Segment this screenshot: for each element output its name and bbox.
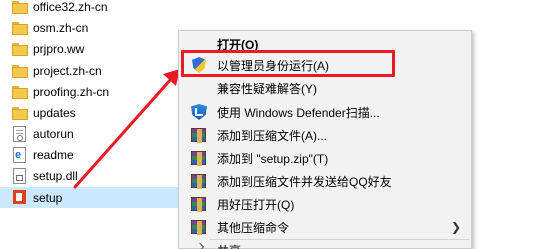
menu-item-add-archive[interactable]: 添加到压缩文件(A)... [179, 124, 471, 146]
list-item-updates[interactable]: updates [0, 102, 190, 123]
dll-file-icon [13, 168, 26, 184]
folder-icon [12, 65, 28, 78]
file-name: project.zh-cn [33, 63, 102, 78]
menu-item-label: 兼容性疑难解答(Y) [217, 81, 317, 96]
folder-icon [12, 1, 28, 14]
list-item-project[interactable]: project.zh-cn [0, 60, 190, 81]
winrar-icon [191, 174, 206, 189]
windows-defender-icon [191, 104, 207, 120]
folder-icon [12, 107, 28, 120]
folder-icon [12, 86, 28, 99]
folder-icon [12, 22, 28, 35]
settings-file-icon [13, 126, 26, 142]
menu-item-label: 使用 Windows Defender扫描... [217, 105, 380, 120]
list-item-office32[interactable]: office32.zh-cn [0, 0, 190, 17]
list-item-readme[interactable]: e readme [0, 144, 190, 165]
file-name: setup [33, 190, 63, 205]
menu-item-label: 添加到压缩文件(A)... [217, 128, 327, 143]
winrar-icon [191, 197, 206, 212]
html-file-icon: e [13, 147, 26, 163]
list-item-setup-dll[interactable]: setup.dll [0, 165, 190, 186]
list-item-osm[interactable]: osm.zh-cn [0, 17, 190, 38]
menu-item-defender-scan[interactable]: 使用 Windows Defender扫描... [179, 101, 471, 123]
menu-item-add-setup-zip[interactable]: 添加到 "setup.zip"(T) [179, 147, 471, 169]
menu-item-label: 用好压打开(Q) [217, 197, 295, 212]
list-item-setup[interactable]: setup [0, 187, 190, 208]
file-name: readme [33, 147, 74, 162]
list-item-proofing[interactable]: proofing.zh-cn [0, 81, 190, 102]
menu-item-open-with-haozip[interactable]: 用好压打开(Q) [179, 193, 471, 215]
file-name: office32.zh-cn [33, 0, 108, 14]
menu-item-compat-troubleshoot[interactable]: 兼容性疑难解答(Y) [179, 77, 471, 99]
list-item-prjpro[interactable]: prjpro.ww [0, 38, 190, 59]
share-icon [191, 242, 207, 249]
office-setup-icon [12, 189, 28, 205]
file-name: prjpro.ww [33, 41, 85, 56]
file-name: proofing.zh-cn [33, 84, 110, 99]
list-item-autorun[interactable]: autorun [0, 123, 190, 144]
winrar-icon [191, 128, 206, 143]
folder-icon [12, 43, 28, 56]
highlight-box [181, 50, 395, 77]
file-name: setup.dll [33, 168, 78, 183]
file-name: autorun [33, 126, 74, 141]
file-list: office32.zh-cn osm.zh-cn prjpro.ww proje… [0, 0, 190, 249]
menu-item-share[interactable]: 共享 [179, 239, 471, 249]
file-name: updates [33, 105, 76, 120]
menu-item-label: 共享 [217, 242, 241, 249]
menu-item-label: 添加到 "setup.zip"(T) [217, 151, 329, 166]
menu-item-add-send-qq[interactable]: 添加到压缩文件并发送给QQ好友 [179, 170, 471, 192]
menu-item-label: 其他压缩命令 [217, 220, 290, 235]
submenu-chevron-icon: ❯ [450, 220, 461, 234]
winrar-icon [191, 151, 206, 166]
menu-item-label: 添加到压缩文件并发送给QQ好友 [217, 174, 392, 189]
menu-item-other-compress[interactable]: 其他压缩命令 ❯ [179, 216, 471, 238]
file-name: osm.zh-cn [33, 20, 89, 35]
winrar-icon [191, 220, 206, 235]
